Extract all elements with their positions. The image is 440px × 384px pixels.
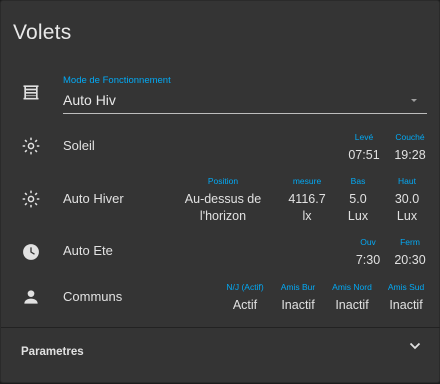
attr-haut-name: Haut xyxy=(398,176,416,186)
attr-bas-value-line1: 5.0 xyxy=(349,192,367,206)
shutter-icon xyxy=(21,82,41,102)
auto-hiver-label: Auto Hiver xyxy=(63,191,124,206)
parametres-expander[interactable]: Parametres xyxy=(1,328,440,384)
communs-label: Communs xyxy=(63,289,123,304)
attr-amis-nord-name: Amis Nord xyxy=(332,282,372,292)
attr-ouv-value: 7:30 xyxy=(355,253,381,267)
auto-ete-label: Auto Ete xyxy=(63,243,113,258)
user-icon xyxy=(21,287,41,307)
attr-couche-name: Couché xyxy=(395,132,425,142)
attr-amis-bur-value: Inactif xyxy=(281,298,315,312)
attr-mesure-value-line2: lx xyxy=(302,209,312,223)
clock-icon xyxy=(21,242,41,262)
mode-select-value[interactable]: Auto Hiv xyxy=(63,92,116,108)
attr-amis-sud-value: Inactif xyxy=(389,298,423,312)
attr-leve-value: 07:51 xyxy=(348,148,380,162)
attr-couche-value: 19:28 xyxy=(394,148,426,162)
attr-amis-bur-name: Amis Bur xyxy=(280,282,316,292)
attr-mesure-value-line1: 4116.7 xyxy=(288,192,326,206)
attr-haut-value-line2: Lux xyxy=(396,209,418,223)
attr-leve-name: Levé xyxy=(354,132,374,142)
attr-amis-sud-name: Amis Sud xyxy=(387,282,425,292)
sun-icon xyxy=(21,136,41,156)
attr-position-value-line1: Au-dessus de xyxy=(184,192,262,206)
attr-ferm-name: Ferm xyxy=(400,237,420,247)
mode-select-underline xyxy=(63,113,427,114)
parametres-label: Parametres xyxy=(21,346,84,358)
attr-ouv-name: Ouv xyxy=(360,237,376,247)
attr-bas-value-line2: Lux xyxy=(347,209,369,223)
soleil-label: Soleil xyxy=(63,138,95,153)
attr-haut-value-line1: 30.0 xyxy=(394,192,420,206)
attr-ferm-value: 20:30 xyxy=(394,253,426,267)
mode-select-label: Mode de Fonctionnement xyxy=(63,75,171,86)
attr-position-value-line2: l'horizon xyxy=(199,209,247,223)
card-title: Volets xyxy=(13,21,72,44)
attr-nj-actif-value: Actif xyxy=(232,298,258,312)
attr-position-name: Position xyxy=(207,176,239,186)
sun-icon xyxy=(21,189,41,209)
chevron-down-icon[interactable] xyxy=(407,338,423,354)
volets-card: Volets Mode de Fonctionnement Auto Hiv S… xyxy=(0,0,440,383)
attr-nj-actif-name: N/J (Actif) xyxy=(226,282,264,292)
attr-amis-nord-value: Inactif xyxy=(335,298,369,312)
caret-down-icon[interactable] xyxy=(409,92,419,102)
attr-bas-name: Bas xyxy=(350,176,366,186)
attr-mesure-name: mesure xyxy=(292,176,322,186)
